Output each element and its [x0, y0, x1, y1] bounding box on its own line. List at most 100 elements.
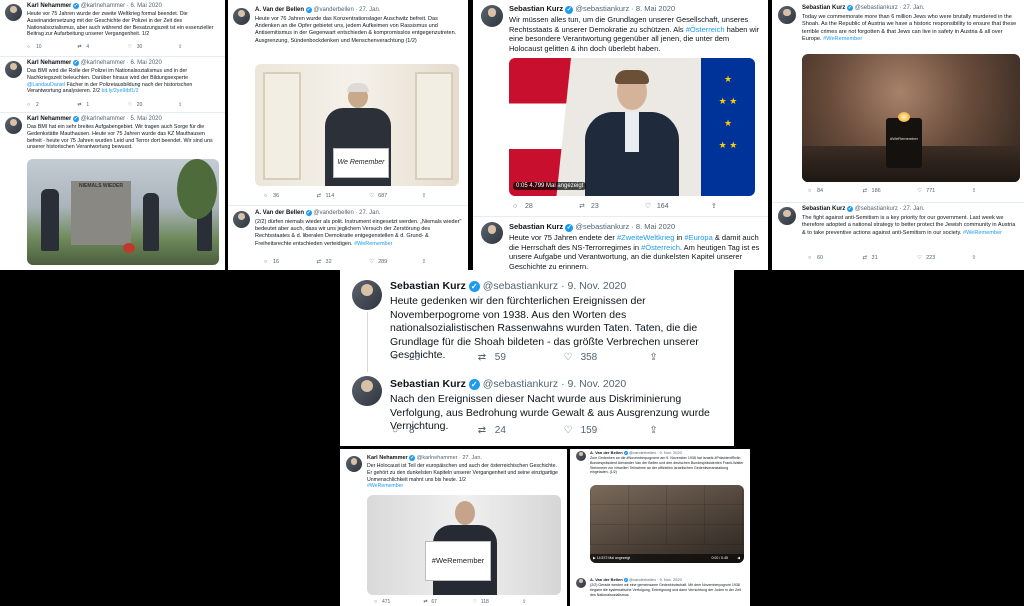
- share-icon[interactable]: ⇪: [972, 188, 977, 194]
- handle-date[interactable]: @vanderbellen · 9. Nov. 2020: [629, 450, 682, 455]
- handle-date[interactable]: @sebastiankurz · 9. Nov. 2020: [483, 280, 627, 292]
- like-icon[interactable]: ♡: [128, 102, 137, 108]
- author-name[interactable]: A. Van der Bellen: [255, 210, 304, 216]
- avatar[interactable]: [5, 4, 22, 21]
- tweet[interactable]: Sebastian Kurz ✓ @sebastiankurz · 27. Ja…: [772, 202, 1024, 270]
- handle-date[interactable]: @karlnehammer · 27. Jan.: [417, 455, 482, 461]
- tweet[interactable]: Sebastian Kurz ✓ @sebastiankurz · 9. Nov…: [340, 270, 734, 370]
- share-icon[interactable]: ⇪: [711, 202, 717, 210]
- handle-date[interactable]: @vanderbellen · 9. Nov. 2020: [629, 577, 682, 582]
- avatar[interactable]: [346, 456, 362, 472]
- retweet-icon[interactable]: ⇄: [317, 193, 326, 199]
- reply-icon[interactable]: ○: [513, 203, 525, 210]
- hashtag-link[interactable]: #Europa: [684, 233, 712, 242]
- share-icon[interactable]: ⇪: [422, 193, 427, 199]
- tweet[interactable]: A. Van der Bellen ✓ @vanderbellen · 27. …: [228, 0, 468, 205]
- reply-icon[interactable]: ○: [374, 599, 382, 605]
- handle-date[interactable]: @sebastiankurz · 27. Jan.: [855, 5, 925, 11]
- video-controls[interactable]: ▶ 14.572 Mal angezeigt 0:00 / 0:45 ◀: [590, 554, 744, 563]
- handle-date[interactable]: @karlnehammer · 6. Mai 2020: [81, 60, 162, 66]
- tweet[interactable]: Karl Nehammer ✓ @karlnehammer · 27. Jan.…: [340, 449, 567, 606]
- author-name[interactable]: Karl Nehammer: [27, 116, 71, 122]
- avatar[interactable]: [778, 6, 796, 24]
- handle-date[interactable]: @sebastiankurz · 9. Nov. 2020: [483, 378, 627, 390]
- author-name[interactable]: Sebastian Kurz: [802, 206, 845, 212]
- avatar[interactable]: [481, 5, 503, 27]
- tweet-video-kurz[interactable]: ★ ★ ★ ★ ★ ★ 0:05 4.799 Mal angezeigt: [509, 58, 755, 196]
- avatar[interactable]: [576, 578, 586, 588]
- avatar[interactable]: [233, 8, 250, 25]
- avatar[interactable]: [576, 451, 586, 461]
- author-name[interactable]: Karl Nehammer: [27, 3, 71, 9]
- reply-icon[interactable]: ○: [264, 259, 273, 265]
- retweet-icon[interactable]: ⇄: [317, 259, 326, 265]
- reply-icon[interactable]: ○: [392, 425, 409, 436]
- like-icon[interactable]: ♡: [917, 188, 926, 194]
- share-icon[interactable]: ⇪: [178, 44, 182, 50]
- author-name[interactable]: A. Van der Bellen: [590, 450, 623, 455]
- like-icon[interactable]: ♡: [645, 202, 657, 210]
- hashtag-link[interactable]: #WeRemember: [354, 241, 392, 247]
- retweet-icon[interactable]: ⇄: [478, 425, 495, 436]
- tweet[interactable]: Sebastian Kurz ✓ @sebastiankurz · 9. Nov…: [340, 370, 734, 446]
- tweet-photo-candle[interactable]: #WeRemember: [802, 54, 1020, 182]
- hashtag-link[interactable]: #WeRemember: [963, 230, 1002, 236]
- like-icon[interactable]: ♡: [369, 193, 378, 199]
- avatar[interactable]: [233, 211, 250, 228]
- avatar[interactable]: [352, 376, 382, 406]
- hashtag-link[interactable]: #Österreich: [686, 25, 725, 34]
- like-icon[interactable]: ♡: [473, 599, 481, 605]
- share-icon[interactable]: ⇪: [649, 352, 657, 363]
- reply-icon[interactable]: ○: [808, 188, 817, 194]
- retweet-icon[interactable]: ⇄: [77, 102, 86, 108]
- tweet[interactable]: Karl Nehammer ✓ @karlnehammer · 5. Mai 2…: [0, 112, 225, 270]
- tweet[interactable]: Sebastian Kurz ✓ @sebastiankurz · 8. Mai…: [473, 0, 768, 215]
- share-icon[interactable]: ⇪: [972, 255, 977, 261]
- author-name[interactable]: Sebastian Kurz: [802, 5, 845, 11]
- hashtag-link[interactable]: #Österreich: [641, 243, 680, 252]
- like-icon[interactable]: ♡: [128, 44, 137, 50]
- retweet-icon[interactable]: ⇄: [863, 255, 872, 261]
- author-name[interactable]: Sebastian Kurz: [390, 378, 466, 390]
- share-icon[interactable]: ⇪: [649, 425, 657, 436]
- author-name[interactable]: Sebastian Kurz: [509, 222, 563, 231]
- retweet-icon[interactable]: ⇄: [77, 44, 86, 50]
- reply-icon[interactable]: ○: [392, 352, 409, 363]
- tweet-photo-president[interactable]: We Remember: [255, 64, 459, 186]
- handle-date[interactable]: @vanderbellen · 27. Jan.: [313, 7, 380, 13]
- author-name[interactable]: Karl Nehammer: [27, 60, 71, 66]
- tweet-photo-nehammer[interactable]: #WeRemember: [367, 495, 561, 595]
- tweet[interactable]: A. Van der Bellen ✓ @vanderbellen · 9. N…: [570, 449, 750, 573]
- play-icon[interactable]: ▶: [590, 556, 596, 560]
- avatar[interactable]: [352, 280, 382, 310]
- tweet[interactable]: Sebastian Kurz ✓ @sebastiankurz · 27. Ja…: [772, 0, 1024, 201]
- avatar[interactable]: [778, 207, 796, 225]
- tweet-video-vdb[interactable]: ▶ 14.572 Mal angezeigt 0:00 / 0:45 ◀: [590, 485, 744, 563]
- like-icon[interactable]: ♡: [564, 425, 581, 436]
- handle-date[interactable]: @vanderbellen · 27. Jan.: [313, 210, 380, 216]
- hashtag-link[interactable]: #WeRemember: [367, 483, 403, 489]
- tweet[interactable]: Karl Nehammer ✓ @karlnehammer · 6. Mai 2…: [0, 56, 225, 112]
- volume-icon[interactable]: ◀: [737, 554, 740, 563]
- retweet-icon[interactable]: ⇄: [478, 352, 495, 363]
- handle-date[interactable]: @karlnehammer · 5. Mai 2020: [81, 116, 162, 122]
- avatar[interactable]: [5, 61, 22, 78]
- hashtag-link[interactable]: #ZweiteWeltkrieg: [617, 233, 674, 242]
- mention-link[interactable]: @LandauDaniel: [27, 82, 65, 88]
- hashtag-link[interactable]: #WeRemember: [823, 36, 862, 42]
- handle-date[interactable]: @sebastiankurz · 8. Mai 2020: [575, 222, 675, 231]
- reply-icon[interactable]: ○: [27, 102, 36, 108]
- retweet-icon[interactable]: ⇄: [579, 202, 591, 210]
- tweet[interactable]: Karl Nehammer ✓ @karlnehammer · 6. Mai 2…: [0, 0, 225, 55]
- share-icon[interactable]: ⇪: [422, 259, 427, 265]
- like-icon[interactable]: ♡: [564, 352, 581, 363]
- tweet-photo-memorial[interactable]: NIEMALS WIEDER: [27, 159, 219, 265]
- author-name[interactable]: A. Van der Bellen: [590, 577, 623, 582]
- author-name[interactable]: Sebastian Kurz: [390, 280, 466, 292]
- reply-icon[interactable]: ○: [264, 193, 273, 199]
- tweet[interactable]: Sebastian Kurz ✓ @sebastiankurz · 8. Mai…: [473, 216, 768, 270]
- share-icon[interactable]: ⇪: [522, 599, 526, 605]
- share-icon[interactable]: ⇪: [178, 102, 182, 108]
- author-name[interactable]: A. Van der Bellen: [255, 7, 304, 13]
- handle-date[interactable]: @karlnehammer · 6. Mai 2020: [81, 3, 162, 9]
